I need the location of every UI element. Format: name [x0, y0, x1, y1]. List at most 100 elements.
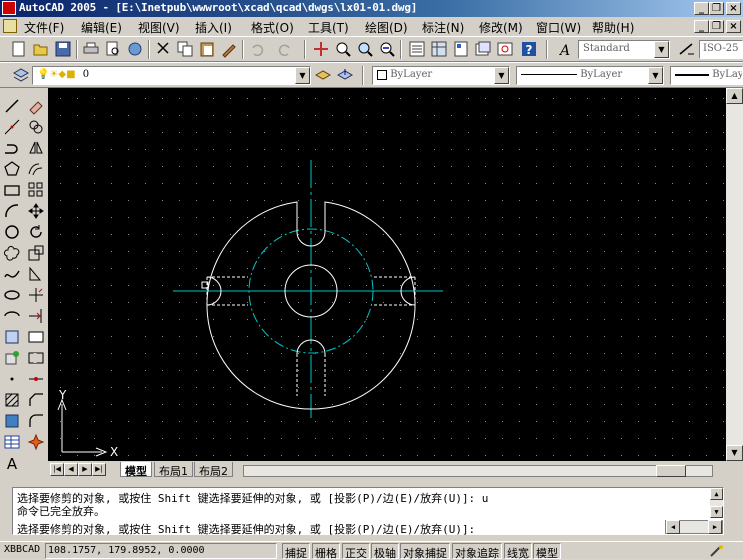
tab-layout1[interactable]: 布局1: [154, 462, 193, 478]
chevron-down-icon[interactable]: ▼: [494, 67, 509, 84]
rotate-icon[interactable]: [27, 223, 45, 241]
restore-button[interactable]: ❐: [709, 2, 724, 15]
chamfer-icon[interactable]: [27, 391, 45, 409]
prev-tab-icon[interactable]: ◀: [64, 463, 78, 476]
ellipse-arc-icon[interactable]: [3, 307, 21, 325]
command-window[interactable]: 选择要修剪的对象, 或按住 Shift 键选择要延伸的对象, 或 [投影(P)/…: [12, 487, 724, 537]
menu-dimension[interactable]: 标注(N): [422, 19, 464, 36]
polar-toggle[interactable]: 极轴: [371, 543, 399, 559]
document-icon[interactable]: [3, 19, 17, 33]
doc-minimize-button[interactable]: _: [694, 20, 709, 33]
menu-help[interactable]: 帮助(H): [592, 19, 634, 36]
make-object-layer-current-icon[interactable]: [314, 66, 332, 84]
color-select[interactable]: ByLayer ▼: [372, 66, 510, 85]
print-icon[interactable]: [82, 40, 100, 58]
insert-block-icon[interactable]: [3, 328, 21, 346]
help-icon[interactable]: ?: [520, 40, 538, 58]
menu-tools[interactable]: 工具(T): [308, 19, 349, 36]
table-icon[interactable]: [3, 433, 21, 451]
scroll-thumb[interactable]: [656, 465, 686, 477]
doc-restore-button[interactable]: ❐: [709, 20, 724, 33]
properties-icon[interactable]: [408, 40, 426, 58]
zoom-window-icon[interactable]: [356, 40, 374, 58]
ellipse-icon[interactable]: [3, 286, 21, 304]
scroll-up-icon[interactable]: ▲: [726, 88, 743, 104]
copy-object-icon[interactable]: [27, 118, 45, 136]
array-icon[interactable]: [27, 181, 45, 199]
spline-icon[interactable]: [3, 265, 21, 283]
publish-icon[interactable]: [126, 40, 144, 58]
text-style-icon[interactable]: A: [556, 40, 574, 59]
fillet-icon[interactable]: [27, 412, 45, 430]
undo-icon[interactable]: [248, 40, 266, 58]
break-at-point-icon[interactable]: [27, 328, 45, 346]
match-properties-icon[interactable]: [220, 40, 238, 58]
erase-icon[interactable]: [27, 97, 45, 115]
mirror-icon[interactable]: [27, 139, 45, 157]
plot-preview-icon[interactable]: [104, 40, 122, 58]
arc-icon[interactable]: [3, 202, 21, 220]
join-icon[interactable]: [27, 370, 45, 388]
multiline-text-icon[interactable]: A: [3, 454, 21, 473]
lineweight-select[interactable]: ByLayer: [670, 66, 743, 85]
scroll-left-icon[interactable]: ◀: [666, 520, 680, 534]
ortho-toggle[interactable]: 正交: [342, 543, 370, 559]
extend-icon[interactable]: [27, 307, 45, 325]
command-hscroll[interactable]: ◀ ▶: [665, 520, 723, 534]
command-vscroll[interactable]: ▲ ▼: [710, 488, 723, 518]
scroll-right-icon[interactable]: ▶: [708, 520, 722, 534]
chevron-down-icon[interactable]: ▼: [654, 41, 669, 58]
menu-modify[interactable]: 修改(M): [479, 19, 523, 36]
snap-toggle[interactable]: 捕捉: [282, 543, 310, 559]
design-center-icon[interactable]: [430, 40, 448, 58]
polyline-icon[interactable]: [3, 139, 21, 157]
pan-icon[interactable]: [312, 40, 330, 58]
offset-icon[interactable]: [27, 160, 45, 178]
revision-cloud-icon[interactable]: [3, 244, 21, 262]
zoom-realtime-icon[interactable]: [334, 40, 352, 58]
menu-format[interactable]: 格式(O): [251, 19, 294, 36]
chevron-down-icon[interactable]: ▼: [295, 67, 310, 84]
layer-select[interactable]: 💡☀◆■ 0 ▼: [32, 66, 311, 85]
tab-model[interactable]: 模型: [120, 462, 152, 478]
cut-icon[interactable]: [154, 40, 172, 58]
break-icon[interactable]: [27, 349, 45, 367]
menu-window[interactable]: 窗口(W): [536, 19, 581, 36]
save-icon[interactable]: [54, 40, 72, 58]
linetype-select[interactable]: ByLayer ▼: [516, 66, 664, 85]
menu-draw[interactable]: 绘图(D): [365, 19, 408, 36]
gradient-icon[interactable]: [3, 412, 21, 430]
stretch-icon[interactable]: [27, 265, 45, 283]
make-block-icon[interactable]: [3, 349, 21, 367]
osnap-toggle[interactable]: 对象捕捉: [400, 543, 450, 559]
line-icon[interactable]: [3, 97, 21, 115]
minimize-button[interactable]: _: [694, 2, 709, 15]
layer-previous-icon[interactable]: [336, 66, 354, 84]
copy-icon[interactable]: [176, 40, 194, 58]
polygon-icon[interactable]: [3, 160, 21, 178]
layer-manager-icon[interactable]: [12, 66, 30, 84]
command-prompt[interactable]: 选择要修剪的对象, 或按住 Shift 键选择要延伸的对象, 或 [投影(P)/…: [17, 521, 667, 537]
paste-icon[interactable]: [198, 40, 216, 58]
rectangle-icon[interactable]: [3, 181, 21, 199]
redo-icon[interactable]: [276, 40, 294, 58]
zoom-previous-icon[interactable]: [378, 40, 396, 58]
construction-line-icon[interactable]: [3, 118, 21, 136]
circle-icon[interactable]: [3, 223, 21, 241]
close-button[interactable]: ×: [726, 2, 741, 15]
last-tab-icon[interactable]: ▶|: [92, 463, 106, 476]
next-tab-icon[interactable]: ▶: [78, 463, 92, 476]
menu-file[interactable]: 文件(F): [24, 19, 64, 36]
horizontal-scrollbar[interactable]: [243, 465, 713, 477]
vertical-scrollbar[interactable]: ▲ ▼: [726, 88, 743, 461]
command-scroll-up-icon[interactable]: ▲: [710, 488, 723, 500]
tab-layout2[interactable]: 布局2: [194, 462, 233, 478]
text-style-select[interactable]: Standard ▼: [578, 40, 670, 59]
otrack-toggle[interactable]: 对象追踪: [452, 543, 502, 559]
doc-close-button[interactable]: ×: [726, 20, 741, 33]
grid-toggle[interactable]: 栅格: [312, 543, 340, 559]
point-icon[interactable]: [3, 370, 21, 388]
new-icon[interactable]: [10, 40, 28, 58]
tray-settings-icon[interactable]: [708, 544, 726, 558]
move-icon[interactable]: [27, 202, 45, 220]
